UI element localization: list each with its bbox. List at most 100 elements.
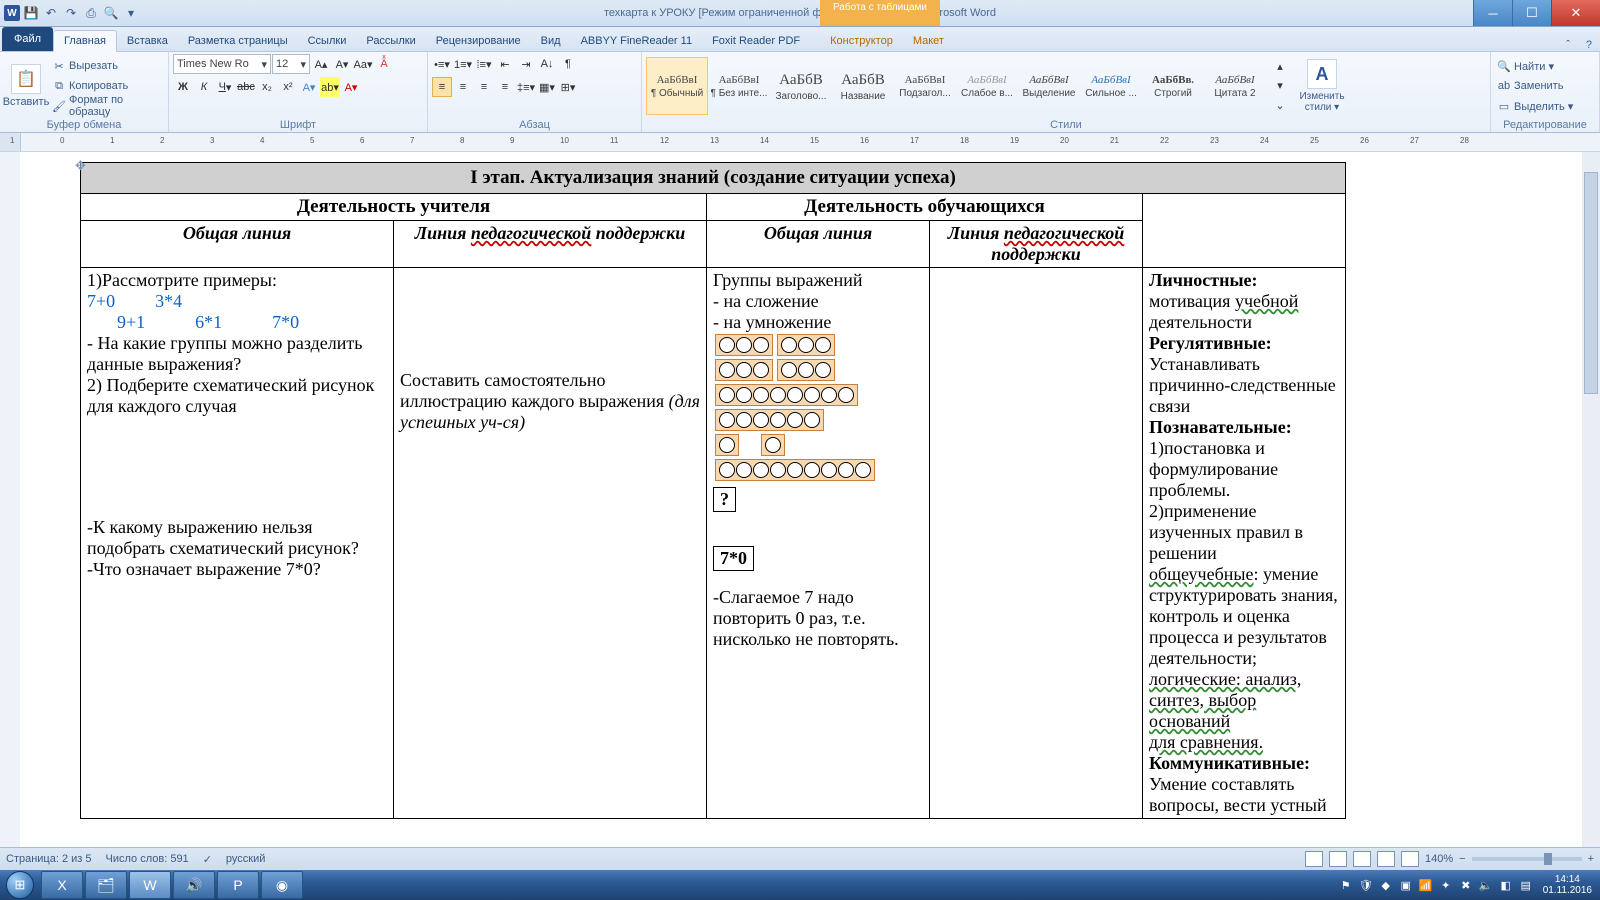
tab-references[interactable]: Ссылки	[298, 31, 357, 51]
style-item[interactable]: АаБбВвІВыделение	[1018, 57, 1080, 115]
proofing-icon[interactable]: ✓	[203, 853, 212, 866]
style-item[interactable]: АаБбВЗаголово...	[770, 57, 832, 115]
qat-customize-icon[interactable]: ▾	[122, 4, 140, 22]
style-item[interactable]: АаБбВвІСлабое в...	[956, 57, 1018, 115]
tab-mailings[interactable]: Рассылки	[356, 31, 425, 51]
tab-foxit[interactable]: Foxit Reader PDF	[702, 31, 810, 51]
tab-home[interactable]: Главная	[53, 30, 117, 52]
tab-file[interactable]: Файл	[2, 27, 53, 51]
tab-insert[interactable]: Вставка	[117, 31, 178, 51]
minimize-button[interactable]: ─	[1473, 0, 1512, 26]
document-page[interactable]: ✥ I этап. Актуализация знаний (создание …	[20, 152, 1582, 860]
font-color-button[interactable]: A▾	[341, 77, 361, 97]
status-page[interactable]: Страница: 2 из 5	[6, 853, 92, 865]
table-move-handle-icon[interactable]: ✥	[75, 158, 86, 174]
underline-button[interactable]: Ч▾	[215, 77, 235, 97]
style-item[interactable]: АаБбВвІ¶ Без инте...	[708, 57, 770, 115]
style-item[interactable]: АаБбВвІЦитата 2	[1204, 57, 1266, 115]
zoom-level[interactable]: 140%	[1425, 853, 1453, 865]
tray-app1-icon[interactable]: ◆	[1379, 878, 1393, 892]
show-marks-button[interactable]: ¶	[558, 54, 578, 74]
shading-button[interactable]: ▦▾	[537, 77, 557, 97]
taskbar-chrome-icon[interactable]: ◉	[261, 871, 303, 899]
style-item[interactable]: АаБбВвІ¶ Обычный	[646, 57, 708, 115]
style-item[interactable]: АаБбВвІСильное ...	[1080, 57, 1142, 115]
status-words[interactable]: Число слов: 591	[106, 853, 189, 865]
clear-formatting-button[interactable]: Aͯ	[374, 54, 394, 74]
tab-page-layout[interactable]: Разметка страницы	[178, 31, 298, 51]
view-draft-icon[interactable]	[1401, 851, 1419, 867]
grow-font-button[interactable]: A▴	[311, 54, 331, 74]
select-button[interactable]: ▭Выделить ▾	[1495, 97, 1575, 115]
strike-button[interactable]: abc	[236, 77, 256, 97]
tray-volume-icon[interactable]: 🔈	[1479, 878, 1493, 892]
horizontal-ruler[interactable]: 1012345678910111213141516171819202122232…	[0, 133, 1600, 152]
tray-app2-icon[interactable]: ▣	[1399, 878, 1413, 892]
tray-app5-icon[interactable]: ◧	[1499, 878, 1513, 892]
cut-button[interactable]: ✂Вырезать	[50, 57, 164, 75]
view-outline-icon[interactable]	[1377, 851, 1395, 867]
taskbar-explorer-icon[interactable]: 🗂	[85, 871, 127, 899]
text-effects-button[interactable]: A▾	[299, 77, 319, 97]
find-button[interactable]: 🔍Найти ▾	[1495, 57, 1575, 75]
superscript-button[interactable]: x²	[278, 77, 298, 97]
zoom-out-button[interactable]: −	[1459, 853, 1465, 865]
line-spacing-button[interactable]: ‡≡▾	[516, 77, 536, 97]
minimize-ribbon-icon[interactable]: ˆ	[1558, 39, 1578, 51]
borders-button[interactable]: ⊞▾	[558, 77, 578, 97]
styles-row-down[interactable]: ▾	[1270, 76, 1290, 95]
tray-flag-icon[interactable]: ⚑	[1339, 878, 1353, 892]
replace-button[interactable]: abЗаменить	[1495, 77, 1575, 95]
zoom-slider-thumb[interactable]	[1544, 853, 1552, 865]
tray-app6-icon[interactable]: ▤	[1519, 878, 1533, 892]
maximize-button[interactable]: ☐	[1512, 0, 1551, 26]
numbering-button[interactable]: 1≡▾	[453, 54, 473, 74]
change-case-button[interactable]: Aa▾	[353, 54, 373, 74]
paste-button[interactable]: 📋 Вставить	[4, 55, 48, 117]
shrink-font-button[interactable]: A▾	[332, 54, 352, 74]
multilevel-button[interactable]: ⁞≡▾	[474, 54, 494, 74]
tray-clock[interactable]: 14:14 01.11.2016	[1539, 874, 1596, 896]
zoom-slider[interactable]	[1472, 857, 1582, 861]
subscript-button[interactable]: x₂	[257, 77, 277, 97]
taskbar-powerpoint-icon[interactable]: P	[217, 871, 259, 899]
tab-view[interactable]: Вид	[531, 31, 571, 51]
tab-table-design[interactable]: Конструктор	[820, 31, 903, 51]
style-item[interactable]: АаБбВв.Строгий	[1142, 57, 1204, 115]
tray-network-icon[interactable]: 📶	[1419, 878, 1433, 892]
status-language[interactable]: русский	[226, 853, 265, 865]
italic-button[interactable]: К	[194, 77, 214, 97]
bold-button[interactable]: Ж	[173, 77, 193, 97]
taskbar-word-icon[interactable]: W	[129, 871, 171, 899]
view-print-layout-icon[interactable]	[1305, 851, 1323, 867]
help-icon[interactable]: ?	[1578, 39, 1600, 51]
font-size-select[interactable]: 12▾	[272, 54, 310, 74]
qat-print-icon[interactable]: ⎙	[82, 4, 100, 22]
tray-shield-icon[interactable]: 🛡	[1359, 878, 1373, 892]
inc-indent-button[interactable]: ⇥	[516, 54, 536, 74]
align-right-button[interactable]: ≡	[474, 77, 494, 97]
format-painter-button[interactable]: 🖌Формат по образцу	[50, 97, 164, 115]
change-styles-button[interactable]: A Изменить стили ▾	[1292, 55, 1352, 117]
align-center-button[interactable]: ≡	[453, 77, 473, 97]
taskbar-excel-icon[interactable]: X	[41, 871, 83, 899]
sort-button[interactable]: A↓	[537, 54, 557, 74]
qat-undo-icon[interactable]: ↶	[42, 4, 60, 22]
bullets-button[interactable]: •≡▾	[432, 54, 452, 74]
copy-button[interactable]: ⧉Копировать	[50, 77, 164, 95]
tab-table-layout[interactable]: Макет	[903, 31, 954, 51]
style-item[interactable]: АаБбВвІПодзагол...	[894, 57, 956, 115]
view-web-icon[interactable]	[1353, 851, 1371, 867]
qat-redo-icon[interactable]: ↷	[62, 4, 80, 22]
tray-app4-icon[interactable]: ✖	[1459, 878, 1473, 892]
close-button[interactable]: ✕	[1551, 0, 1600, 26]
align-justify-button[interactable]: ≡	[495, 77, 515, 97]
qat-preview-icon[interactable]: 🔍	[102, 4, 120, 22]
styles-row-up[interactable]: ▴	[1270, 57, 1290, 76]
qat-save-icon[interactable]: 💾	[22, 4, 40, 22]
vertical-scrollbar[interactable]	[1581, 152, 1600, 860]
start-button[interactable]: ⊞	[0, 870, 40, 900]
vscroll-thumb[interactable]	[1584, 172, 1598, 394]
vertical-ruler[interactable]	[0, 152, 21, 874]
style-item[interactable]: АаБбВНазвание	[832, 57, 894, 115]
